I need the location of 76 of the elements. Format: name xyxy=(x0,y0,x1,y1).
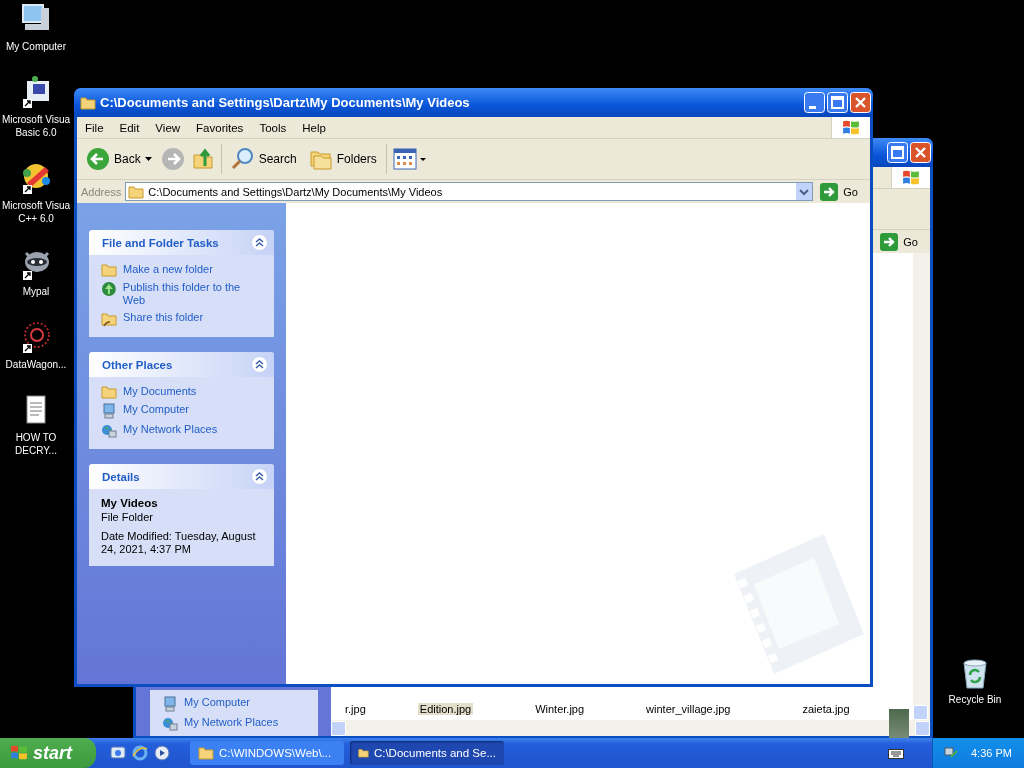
file-name[interactable]: Edition.jpg xyxy=(417,703,474,715)
horizontal-scrollbar[interactable] xyxy=(331,720,930,736)
search-icon xyxy=(230,147,255,171)
folder-icon xyxy=(101,385,117,399)
file-name[interactable]: Winter.jpg xyxy=(533,703,587,715)
desktop-icon-label[interactable]: My Computer xyxy=(0,40,72,53)
desktop-icon-label[interactable]: Recycle Bin xyxy=(939,693,1011,706)
folder-icon xyxy=(358,746,369,760)
folders-icon xyxy=(308,148,333,170)
video-folder-icon xyxy=(80,95,96,110)
window-title: C:\Documents and Settings\Dartz\My Documents\My Videos xyxy=(100,95,471,110)
maximize-button[interactable] xyxy=(827,92,848,113)
address-field[interactable]: C:\Documents and Settings\Dartz\My Documents\My Videos xyxy=(125,182,814,201)
desktop-icon-label[interactable]: HOW TO DECRY... xyxy=(0,431,72,457)
back-button[interactable]: Back xyxy=(83,145,155,173)
task-link[interactable]: My Network Places xyxy=(101,423,264,439)
folder-icon xyxy=(198,746,214,760)
collapse-icon[interactable] xyxy=(251,468,268,485)
task-link[interactable]: Make a new folder xyxy=(101,263,264,277)
collapse-icon[interactable] xyxy=(251,356,268,373)
views-button-icon[interactable] xyxy=(392,148,427,170)
clock[interactable]: 4:36 PM xyxy=(971,747,1012,759)
dropdown-caret-icon xyxy=(144,157,152,161)
details-name: My Videos xyxy=(101,497,159,509)
network-icon xyxy=(162,716,178,732)
collapse-icon[interactable] xyxy=(251,234,268,251)
desktop-icon-label[interactable]: DataWagon... xyxy=(0,358,72,371)
computer-icon xyxy=(162,696,178,712)
file-name[interactable]: zaieta.jpg xyxy=(800,703,852,715)
recycle-bin-icon[interactable] xyxy=(960,657,990,689)
network-icon xyxy=(101,423,117,439)
desktop-shortcut-icon[interactable] xyxy=(110,745,126,761)
windows-logo-icon xyxy=(902,168,920,187)
menu-item[interactable]: Tools xyxy=(251,121,295,134)
go-button[interactable]: Go xyxy=(817,182,866,201)
details-modified: Date Modified: Tuesday, August 24, 2021, 4:37 PM xyxy=(101,530,257,556)
new-folder-icon xyxy=(101,263,117,277)
shared-folder-icon xyxy=(101,311,117,327)
file-name[interactable]: winter_village.jpg xyxy=(644,703,733,715)
menu-item[interactable]: File xyxy=(77,121,112,134)
place-link[interactable]: My Network Places xyxy=(162,716,306,732)
menu-item[interactable]: Help xyxy=(294,121,334,134)
menu-item[interactable]: Edit xyxy=(111,121,148,134)
globe-icon xyxy=(101,281,117,297)
task-link[interactable]: Publish this folder to the Web xyxy=(101,281,264,307)
menu-item[interactable]: Favorites xyxy=(188,121,252,134)
task-link[interactable]: Share this folder xyxy=(101,311,264,327)
task-link[interactable]: My Documents xyxy=(101,385,264,399)
media-player-icon[interactable] xyxy=(154,745,170,761)
taskbar-button[interactable]: C:\WINDOWS\Web\... xyxy=(190,741,344,765)
address-label: Address xyxy=(81,185,122,198)
minimize-button[interactable] xyxy=(804,92,825,113)
search-button[interactable]: Search xyxy=(227,145,300,173)
place-link[interactable]: My Computer xyxy=(162,696,306,712)
taskbar-button[interactable]: C:\Documents and Se... xyxy=(350,741,504,765)
video-folder-icon xyxy=(128,184,145,199)
vertical-scrollbar[interactable] xyxy=(913,253,930,720)
file-name[interactable]: r.jpg xyxy=(343,703,368,715)
up-folder-icon[interactable] xyxy=(190,147,215,171)
details-type: File Folder xyxy=(101,511,154,524)
keyboard-icon[interactable] xyxy=(888,747,904,759)
desktop-icon-label[interactable]: Microsoft Visua C++ 6.0 xyxy=(0,199,72,225)
menu-item[interactable]: View xyxy=(147,121,189,134)
folders-button[interactable]: Folders xyxy=(305,146,380,172)
browser-icon[interactable] xyxy=(132,745,148,761)
windows-logo-icon xyxy=(10,744,28,762)
close-button[interactable] xyxy=(910,142,931,163)
windows-logo-icon xyxy=(842,118,860,137)
go-button[interactable]: Go xyxy=(877,232,926,251)
dropdown-icon[interactable] xyxy=(796,183,813,200)
desktop-icon-label[interactable]: Mypal xyxy=(0,285,72,298)
desktop-icon-label[interactable]: Microsoft Visua Basic 6.0 xyxy=(0,113,72,139)
maximize-button[interactable] xyxy=(887,142,908,163)
close-button[interactable] xyxy=(850,92,871,113)
computer-icon xyxy=(101,403,117,419)
task-link[interactable]: My Computer xyxy=(101,403,264,419)
